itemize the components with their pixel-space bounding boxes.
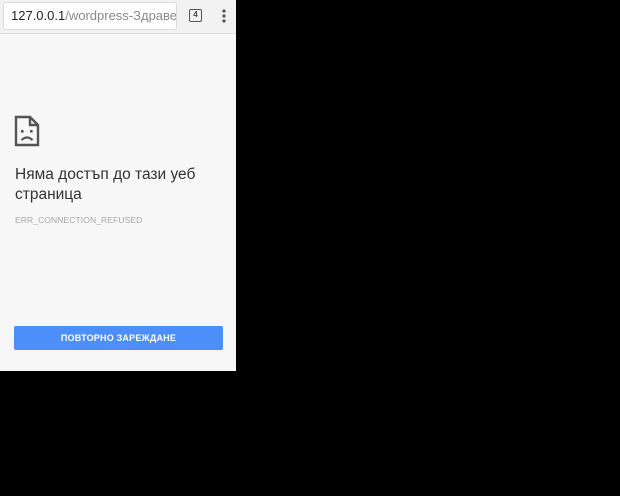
reload-button[interactable]: ПОВТОРНО ЗАРЕЖДАНЕ	[14, 326, 223, 350]
error-title: Няма достъп до тази уеб страница	[15, 166, 196, 203]
url-host: 127.0.0.1	[11, 8, 66, 23]
overflow-menu-icon[interactable]	[218, 8, 230, 24]
sad-document-icon	[14, 115, 40, 147]
address-bar[interactable]: 127.0.0.1/wordpress-Здравец-з	[4, 3, 176, 29]
browser-toolbar: 127.0.0.1/wordpress-Здравец-з 4	[0, 0, 236, 34]
tab-switcher-button[interactable]: 4	[189, 9, 202, 22]
error-code: ERR_CONNECTION_REFUSED	[15, 215, 143, 225]
tab-count: 4	[193, 10, 198, 19]
url-path: /wordpress-Здравец-з	[65, 8, 176, 23]
browser-window: 127.0.0.1/wordpress-Здравец-з 4 Няма дос…	[0, 0, 236, 371]
